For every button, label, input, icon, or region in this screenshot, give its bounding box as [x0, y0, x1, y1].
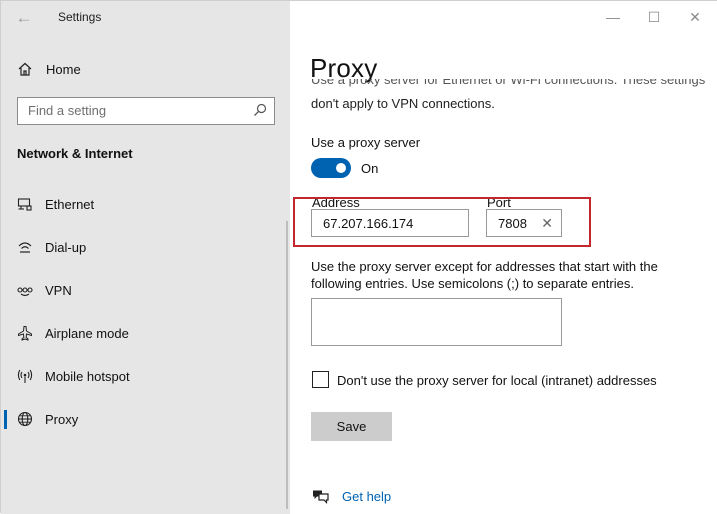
- minimize-icon[interactable]: —: [603, 7, 623, 27]
- airplane-icon: [18, 326, 32, 341]
- get-help-label[interactable]: Get help: [342, 489, 391, 504]
- section-title: Network & Internet: [17, 146, 133, 161]
- app-title: Settings: [58, 10, 102, 24]
- sidebar-item-label: Mobile hotspot: [45, 368, 130, 384]
- sidebar-item-label: Proxy: [45, 411, 79, 427]
- exceptions-description-line1: Use the proxy server except for addresse…: [311, 259, 658, 274]
- toggle-state-label: On: [361, 161, 379, 176]
- sidebar-item-airplane[interactable]: Airplane mode: [1, 315, 290, 351]
- local-bypass-label: Don't use the proxy server for local (in…: [337, 373, 657, 388]
- sidebar-item-dialup[interactable]: Dial-up: [1, 229, 290, 265]
- sidebar-item-proxy[interactable]: Proxy: [1, 401, 290, 437]
- close-icon[interactable]: ✕: [685, 7, 705, 27]
- sidebar-item-hotspot[interactable]: Mobile hotspot: [1, 358, 290, 394]
- sidebar-scrollbar[interactable]: [286, 221, 288, 509]
- sidebar-item-label: Ethernet: [45, 196, 95, 212]
- titlebar: ← Settings: [1, 1, 290, 35]
- sidebar: ← Settings Home Network & Internet: [1, 1, 290, 514]
- sidebar-item-label: Airplane mode: [45, 325, 129, 341]
- exceptions-description-line2: following entries. Use semicolons (;) to…: [311, 276, 634, 291]
- search-input[interactable]: [18, 98, 246, 123]
- help-chat-icon: [313, 490, 329, 504]
- local-bypass-checkbox[interactable]: [312, 371, 329, 388]
- sidebar-item-vpn[interactable]: VPN: [1, 272, 290, 308]
- maximize-icon[interactable]: ☐: [644, 7, 664, 27]
- highlight-box: [293, 197, 591, 247]
- globe-icon: [17, 411, 33, 427]
- description-line: don't apply to VPN connections.: [311, 96, 495, 111]
- home-label: Home: [46, 61, 81, 77]
- use-proxy-label: Use a proxy server: [311, 135, 421, 150]
- home-nav-item[interactable]: Home: [17, 59, 81, 79]
- search-icon[interactable]: [253, 103, 267, 117]
- partial-description: Use a proxy server for Ethernet or Wi-Fi…: [311, 79, 706, 87]
- dialup-icon: [18, 242, 32, 253]
- ethernet-icon: [17, 198, 32, 211]
- get-help-link[interactable]: Get help: [312, 489, 391, 504]
- main-content: — ☐ ✕ Proxy Use a proxy server for Ether…: [290, 1, 717, 514]
- use-proxy-toggle[interactable]: [311, 158, 351, 178]
- save-button[interactable]: Save: [311, 412, 392, 441]
- settings-window: ← Settings Home Network & Internet: [0, 0, 717, 514]
- back-arrow-icon[interactable]: ←: [13, 7, 35, 29]
- vpn-icon: [17, 287, 33, 297]
- home-icon: [18, 62, 32, 76]
- hotspot-icon: [17, 369, 33, 383]
- sidebar-item-label: VPN: [45, 282, 72, 298]
- exceptions-textarea[interactable]: [311, 298, 562, 346]
- search-box[interactable]: [17, 97, 275, 125]
- sidebar-item-ethernet[interactable]: Ethernet: [1, 186, 290, 222]
- sidebar-item-label: Dial-up: [45, 239, 87, 255]
